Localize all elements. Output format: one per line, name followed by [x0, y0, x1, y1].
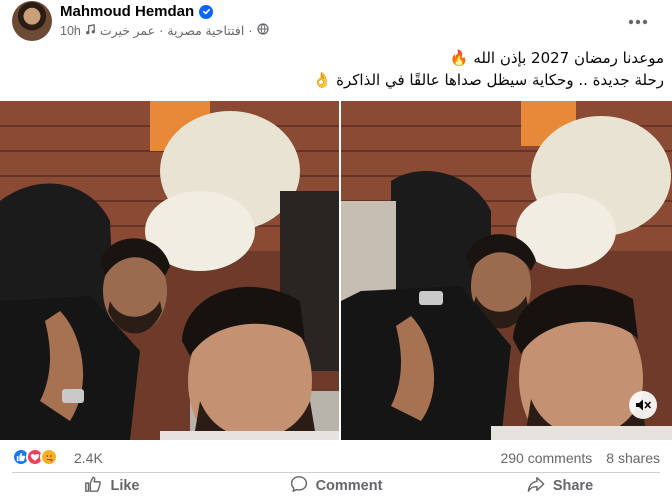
verified-badge-icon [199, 4, 214, 19]
reaction-icons[interactable] [12, 448, 58, 466]
like-button[interactable]: Like [0, 474, 224, 497]
caption-line-2: رحلة جديدة .. وحكاية سيظل صداها عالقًا ف… [312, 71, 664, 89]
music-note-icon [85, 23, 96, 38]
post-header: Mahmoud Hemdan 10h عمر خيرت · افتتاحية م… [0, 0, 672, 44]
comment-count[interactable]: 290 comments [500, 450, 592, 466]
photo-2[interactable] [341, 101, 672, 440]
author-avatar[interactable] [12, 1, 52, 41]
post-actions: Like Comment Share [0, 474, 672, 497]
share-button[interactable]: Share [448, 474, 672, 497]
post-time[interactable]: 10h [60, 24, 81, 38]
post-stats: 2.4K 290 comments 8 shares [0, 442, 672, 472]
share-icon [527, 475, 545, 497]
share-count[interactable]: 8 shares [606, 450, 660, 466]
like-icon [84, 475, 102, 497]
ok-hand-emoji: 👌 [312, 71, 332, 89]
photo-1[interactable] [0, 101, 339, 440]
meta-separator: · [248, 23, 253, 38]
engagement-counts: 290 comments 8 shares [500, 450, 660, 466]
mute-icon[interactable] [629, 391, 657, 419]
more-options-icon[interactable] [620, 4, 656, 40]
comment-icon [290, 475, 308, 497]
fire-emoji: 🔥 [449, 49, 469, 67]
comment-label: Comment [315, 477, 383, 494]
care-reaction-icon [40, 448, 58, 466]
caption-line-1: موعدنا رمضان 2027 بإذن الله 🔥 [449, 49, 664, 67]
author-row: Mahmoud Hemdan [60, 3, 214, 20]
share-label: Share [552, 477, 594, 494]
like-label: Like [110, 477, 140, 494]
reaction-count[interactable]: 2.4K [74, 450, 103, 466]
meta-separator: · [159, 23, 164, 38]
music-artist[interactable]: عمر خيرت [100, 23, 155, 38]
music-track[interactable]: افتتاحية مصرية [167, 23, 244, 38]
globe-icon [256, 23, 269, 38]
author-name[interactable]: Mahmoud Hemdan [60, 3, 194, 20]
post-meta: 10h عمر خيرت · افتتاحية مصرية · [60, 23, 269, 38]
post-caption: موعدنا رمضان 2027 بإذن الله 🔥 رحلة جديدة… [313, 47, 664, 91]
comment-button[interactable]: Comment [224, 474, 448, 497]
photo-grid [0, 101, 672, 440]
actions-divider [12, 472, 660, 473]
